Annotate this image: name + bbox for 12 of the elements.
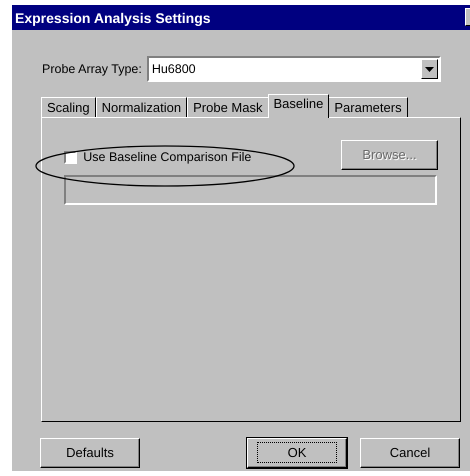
probe-array-dropdown[interactable]: Hu6800 xyxy=(146,56,441,82)
dialog-button[interactable]: OK xyxy=(247,438,347,468)
dialog-button[interactable]: Defaults xyxy=(40,438,140,468)
tab[interactable]: Parameters xyxy=(328,97,408,118)
dialog-button[interactable]: Cancel xyxy=(360,438,460,468)
tab[interactable]: Probe Mask xyxy=(187,97,268,118)
window-title: Expression Analysis Settings xyxy=(15,9,211,27)
checkbox[interactable] xyxy=(64,151,77,164)
tab[interactable]: Normalization xyxy=(96,97,188,118)
tab[interactable]: Scaling xyxy=(41,97,96,118)
field-label: Probe Array Type: xyxy=(42,60,142,78)
tab[interactable]: Baseline xyxy=(268,94,330,118)
